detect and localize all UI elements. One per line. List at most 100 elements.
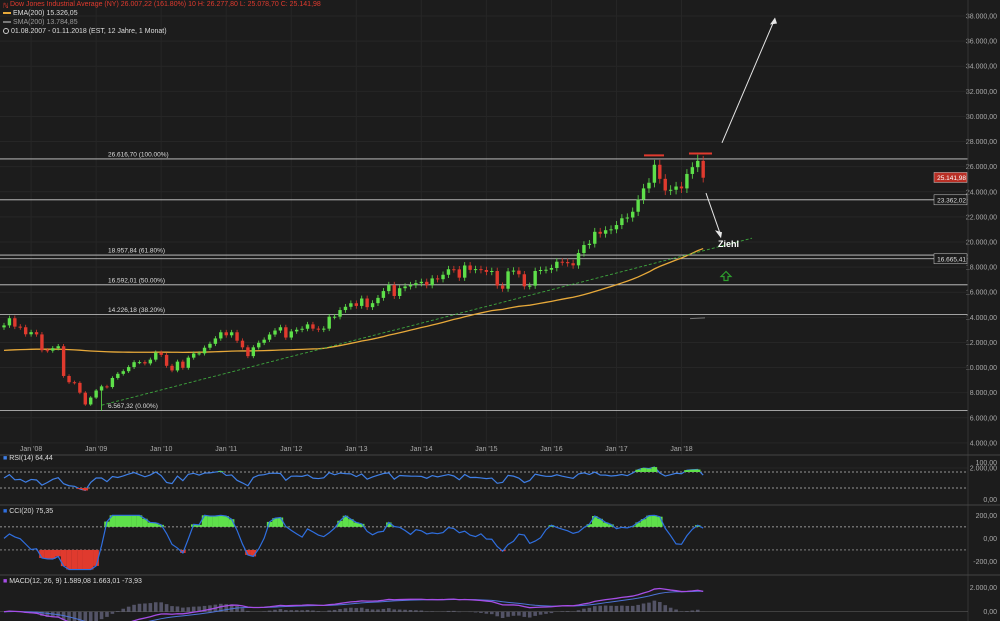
candle-body <box>354 303 358 306</box>
macd-legend: ■ MACD(12, 26, 9) 1.589,08 1.663,01 -73,… <box>3 578 142 585</box>
candle-body <box>479 269 483 271</box>
candle-body <box>148 359 153 364</box>
price-tick-label: 12.000,00 <box>966 340 997 347</box>
candle-body <box>419 281 424 284</box>
up-arrow-icon <box>719 270 733 282</box>
candle-body <box>538 269 543 272</box>
candle-body <box>625 217 629 219</box>
rsi-label: RSI(14) <box>9 455 34 462</box>
macd-histogram-bar <box>663 605 668 612</box>
fibonacci-label: 26.616,70 (100.00%) <box>108 151 169 158</box>
candle-body <box>7 318 12 326</box>
macd-histogram-bar <box>121 608 126 612</box>
macd-histogram-bar <box>636 604 640 612</box>
macd-histogram-bar <box>116 611 120 612</box>
ema-line-icon <box>3 12 11 15</box>
time-axis: Jan '08 Jan '09 Jan '10 Jan '11 Jan '12 Jan '… <box>20 446 693 453</box>
candle-body <box>192 353 196 358</box>
candle-body <box>332 316 337 318</box>
macd-histogram-bar <box>294 610 299 612</box>
macd-histogram-bar <box>349 607 353 612</box>
dow-jones-chart[interactable]: 26.616,70 (100.00%) 18.957,84 (61.80%) 16.… <box>0 0 1000 621</box>
candle-body <box>322 328 326 330</box>
candle-body <box>631 211 635 218</box>
fibonacci-label: 6.567,32 (0.00%) <box>108 403 158 410</box>
candle-body <box>338 310 342 317</box>
cci-label: CCI(20) <box>9 508 34 515</box>
price-tick-label: 32.000,00 <box>966 89 997 96</box>
candle-body <box>235 332 239 341</box>
candle-body <box>13 318 17 327</box>
macd-histogram-bar <box>387 608 391 612</box>
candle-body <box>300 328 304 330</box>
macd-histogram-bar <box>603 605 608 612</box>
price-tick-label: 22.000,00 <box>966 214 997 221</box>
macd-histogram-bar <box>490 611 494 615</box>
time-tick-label: Jan '18 <box>670 446 692 453</box>
candle-body <box>381 291 386 298</box>
candle-body <box>463 265 467 278</box>
candle-body <box>34 332 39 335</box>
candle-body <box>202 347 207 354</box>
price-tick-label: 26.000,00 <box>966 164 997 171</box>
macd-histogram-bar <box>587 607 592 612</box>
trendline <box>101 237 753 406</box>
candle-body <box>349 303 353 307</box>
macd-histogram-bar <box>83 611 88 621</box>
macd-histogram-bar <box>354 608 359 612</box>
macd-histogram-bar <box>582 608 586 612</box>
candle-body <box>294 329 299 332</box>
candle-body <box>170 365 174 371</box>
candle-body <box>603 230 608 234</box>
candle-body <box>652 164 657 183</box>
macd-histogram-bar <box>592 606 597 612</box>
macd-histogram-bar <box>191 606 196 612</box>
cci-legend: ■ CCI(20) 75,35 <box>3 508 54 515</box>
macd-histogram-bar <box>381 608 386 612</box>
candle-body <box>403 286 407 289</box>
macd-histogram-bar <box>527 611 532 618</box>
macd-histogram-bar <box>419 610 424 612</box>
candle-body <box>154 352 158 360</box>
candle-body <box>284 327 288 338</box>
macd-histogram-bar <box>392 609 397 612</box>
correction-arrow <box>705 192 721 234</box>
macd-histogram-bar <box>630 605 635 612</box>
sma-legend: SMA(200) 13.784,85 <box>3 18 321 27</box>
macd-histogram-bar <box>538 611 543 615</box>
ema-line-path <box>3 247 704 353</box>
candle-body <box>311 324 315 329</box>
macd-histogram-bar <box>316 611 321 612</box>
candle-body <box>641 188 646 200</box>
rsi-value: 64,44 <box>35 455 53 462</box>
sma-line-segment <box>689 317 706 320</box>
macd-histogram-bar <box>164 604 169 612</box>
macd-histogram-bar <box>99 611 104 620</box>
candle-body <box>29 332 33 335</box>
candle-body <box>289 331 293 338</box>
candle-body <box>197 353 201 355</box>
candle-body <box>425 281 429 286</box>
macd-histogram-bar <box>625 605 630 612</box>
macd-histogram-bar <box>143 603 147 612</box>
time-tick-label: Jan '09 <box>85 446 107 453</box>
level-price-badge: 16.665,41 <box>937 256 966 263</box>
ema-legend: EMA(200) 15.326,05 <box>3 9 321 18</box>
macd-histogram-bar <box>674 609 678 612</box>
trendline-path <box>101 237 753 406</box>
candle-body <box>528 285 532 287</box>
price-tick-label: 34.000,00 <box>966 64 997 71</box>
macd-panel: 2.000,00 0,00 <box>0 574 1000 621</box>
macd-histogram-bar <box>500 611 505 619</box>
candle-body <box>229 332 234 336</box>
candle-body <box>327 316 331 329</box>
price-tick-label: 10.000,00 <box>966 365 997 372</box>
candle-body <box>143 362 147 364</box>
macd-histogram-bar <box>473 611 478 613</box>
fibonacci-levels: 26.616,70 (100.00%) 18.957,84 (61.80%) 16.… <box>0 151 968 412</box>
candle-body <box>571 263 575 266</box>
time-tick-label: Jan '15 <box>475 446 497 453</box>
time-tick-label: Jan '16 <box>540 446 562 453</box>
candle-body <box>668 189 673 191</box>
candle-body <box>23 327 28 335</box>
